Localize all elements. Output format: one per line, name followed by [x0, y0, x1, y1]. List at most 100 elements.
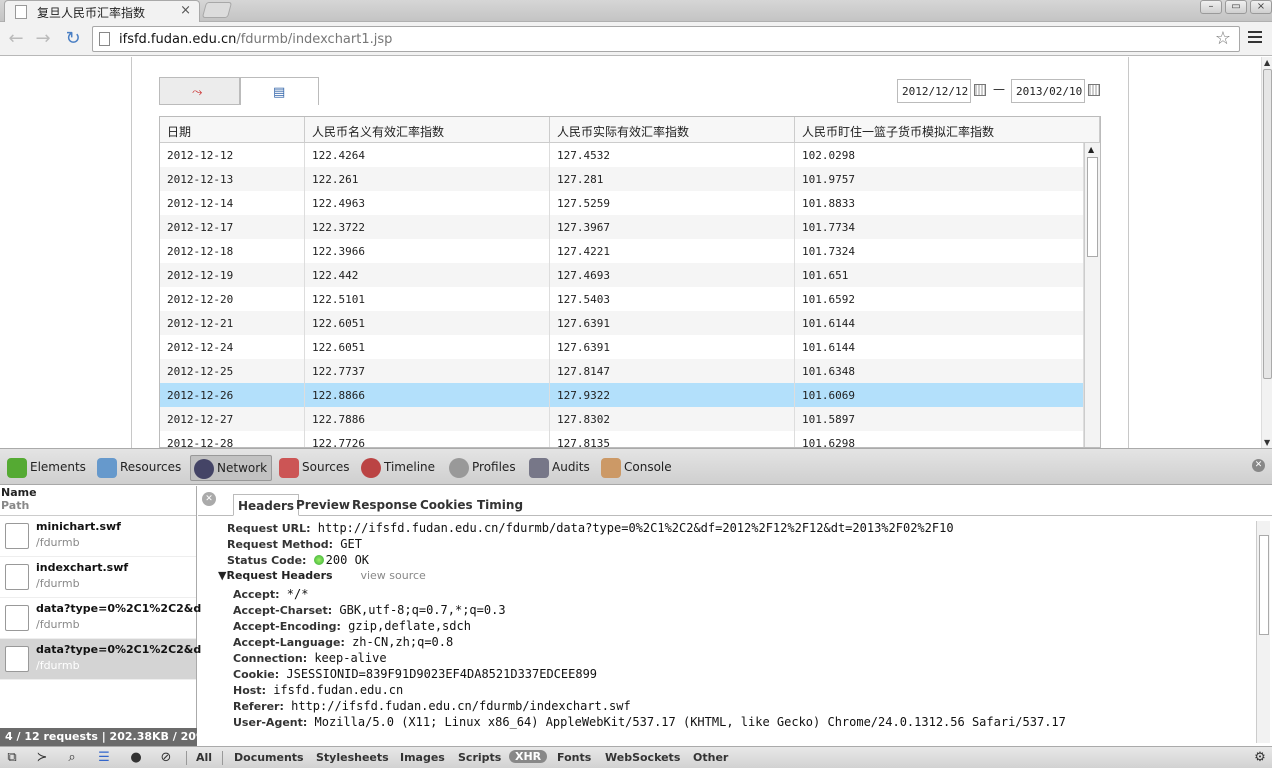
tab-response[interactable]: Response — [348, 494, 421, 516]
grid-scrollbar[interactable]: ▲ — [1084, 143, 1100, 447]
header-key: Cookie: — [233, 668, 280, 681]
header-key: Accept-Charset: — [233, 604, 333, 617]
scroll-down-arrow-icon[interactable]: ▼ — [1264, 438, 1270, 447]
request-item[interactable]: data?type=0%2C1%2C2&d /fdurmb — [0, 598, 201, 639]
back-button[interactable]: ← — [5, 28, 27, 50]
panel-elements[interactable]: Elements — [4, 455, 90, 481]
request-list-header[interactable]: Name Path — [0, 486, 196, 516]
grid-scroll-thumb[interactable] — [1087, 157, 1098, 257]
table-cell: 127.3967 — [550, 215, 795, 239]
filter-images[interactable]: Images — [400, 751, 445, 764]
table-row[interactable]: 2012-12-12 122.4264 127.4532 102.0298 — [160, 143, 1084, 167]
filter-other[interactable]: Other — [693, 751, 728, 764]
reload-button[interactable]: ↻ — [62, 28, 84, 50]
view-source-link[interactable]: view source — [360, 569, 425, 582]
panel-timeline[interactable]: Timeline — [358, 455, 439, 481]
calendar-icon[interactable] — [974, 84, 986, 96]
timeline-icon — [361, 458, 381, 478]
panel-resources[interactable]: Resources — [94, 455, 185, 481]
filter-documents[interactable]: Documents — [234, 751, 304, 764]
panel-profiles[interactable]: Profiles — [446, 455, 520, 481]
detail-scroll-thumb[interactable] — [1259, 535, 1269, 635]
table-cell: 2012-12-17 — [160, 215, 305, 239]
table-view-tab[interactable]: ▤ — [240, 77, 319, 105]
tab-headers[interactable]: Headers — [233, 494, 300, 516]
column-header-basket[interactable]: 人民币盯住一篮子货币模拟汇率指数 — [795, 117, 1100, 143]
date-to-input[interactable]: 2013/02/10 — [1011, 79, 1085, 103]
url-host: ifsfd.fudan.edu.cn — [119, 32, 237, 47]
panel-console[interactable]: Console — [598, 455, 676, 481]
request-item-selected[interactable]: data?type=0%2C1%2C2&d /fdurmb — [0, 639, 201, 680]
list-view-icon[interactable]: ☰ — [96, 750, 112, 766]
calendar-icon[interactable] — [1088, 84, 1100, 96]
request-header-line: Cookie: JSESSIONID=839F91D9023EF4DA8521D… — [233, 667, 597, 683]
scroll-up-arrow-icon[interactable]: ▲ — [1088, 145, 1094, 154]
dock-icon[interactable]: ⧉ — [4, 750, 20, 766]
filter-websockets[interactable]: WebSockets — [605, 751, 680, 764]
filter-fonts[interactable]: Fonts — [557, 751, 591, 764]
page-scroll-thumb[interactable] — [1263, 69, 1272, 379]
close-detail-icon[interactable]: ✕ — [202, 492, 216, 506]
page-scrollbar[interactable]: ▲ ▼ — [1261, 57, 1272, 448]
table-row[interactable]: 2012-12-28 122.7726 127.8135 101.6298 — [160, 431, 1084, 447]
table-cell: 2012-12-18 — [160, 239, 305, 263]
table-row[interactable]: 2012-12-24 122.6051 127.6391 101.6144 — [160, 335, 1084, 359]
new-tab-button[interactable] — [201, 2, 233, 18]
minimize-window-button[interactable]: – — [1200, 0, 1222, 14]
filter-all[interactable]: All — [196, 751, 212, 764]
table-row[interactable]: 2012-12-20 122.5101 127.5403 101.6592 — [160, 287, 1084, 311]
tab-timing[interactable]: Timing — [473, 494, 527, 516]
panel-network[interactable]: Network — [190, 455, 273, 481]
address-bar[interactable]: ifsfd.fudan.edu.cn/fdurmb/indexchart1.js… — [92, 26, 1240, 52]
clear-icon[interactable]: ⊘ — [158, 750, 174, 766]
scroll-up-arrow-icon[interactable]: ▲ — [1264, 58, 1270, 67]
table-row[interactable]: 2012-12-27 122.7886 127.8302 101.5897 — [160, 407, 1084, 431]
filter-scripts[interactable]: Scripts — [458, 751, 501, 764]
filter-xhr[interactable]: XHR — [509, 750, 548, 763]
close-window-button[interactable]: × — [1250, 0, 1272, 14]
table-cell: 101.7324 — [795, 239, 1084, 263]
table-row[interactable]: 2012-12-25 122.7737 127.8147 101.6348 — [160, 359, 1084, 383]
bookmark-star-icon[interactable]: ☆ — [1215, 28, 1231, 49]
table-cell: 101.7734 — [795, 215, 1084, 239]
panel-sources[interactable]: Sources — [276, 455, 353, 481]
request-item[interactable]: minichart.swf /fdurmb — [0, 516, 196, 557]
table-row[interactable]: 2012-12-21 122.6051 127.6391 101.6144 — [160, 311, 1084, 335]
request-method-line: Request Method: GET — [227, 537, 362, 553]
file-icon — [5, 646, 29, 672]
detail-scrollbar[interactable] — [1256, 521, 1270, 743]
network-status-bar: 4 / 12 requests | 202.38KB / 209 — [0, 728, 197, 746]
panel-label: Audits — [552, 460, 590, 474]
table-row[interactable]: 2012-12-19 122.442 127.4693 101.651 — [160, 263, 1084, 287]
column-header-neer[interactable]: 人民币名义有效汇率指数 — [305, 117, 550, 143]
filter-stylesheets[interactable]: Stylesheets — [316, 751, 389, 764]
panel-audits[interactable]: Audits — [526, 455, 594, 481]
settings-gear-icon[interactable]: ⚙ — [1252, 750, 1268, 766]
chart-view-tab[interactable]: ⤳ — [159, 77, 240, 105]
tab-cookies[interactable]: Cookies — [416, 494, 477, 516]
table-cell: 101.6144 — [795, 311, 1084, 335]
tab-close-icon[interactable]: × — [180, 3, 191, 18]
maximize-window-button[interactable]: ▭ — [1225, 0, 1247, 14]
chrome-menu-icon[interactable] — [1248, 31, 1262, 45]
table-row[interactable]: 2012-12-17 122.3722 127.3967 101.7734 — [160, 215, 1084, 239]
tab-preview[interactable]: Preview — [292, 494, 354, 516]
search-icon[interactable]: ⌕ — [64, 750, 80, 766]
table-row-selected[interactable]: 2012-12-26 122.8866 127.9322 101.6069 — [160, 383, 1084, 407]
close-devtools-icon[interactable]: ✕ — [1252, 459, 1265, 472]
console-drawer-icon[interactable]: ≻ — [34, 750, 50, 766]
table-row[interactable]: 2012-12-13 122.261 127.281 101.9757 — [160, 167, 1084, 191]
table-row[interactable]: 2012-12-14 122.4963 127.5259 101.8833 — [160, 191, 1084, 215]
table-cell: 2012-12-24 — [160, 335, 305, 359]
browser-tab[interactable]: 复旦人民币汇率指数 × — [4, 0, 200, 22]
request-headers-section[interactable]: ▼Request Headers view source — [218, 569, 426, 582]
forward-button[interactable]: → — [32, 28, 54, 50]
table-row[interactable]: 2012-12-18 122.3966 127.4221 101.7324 — [160, 239, 1084, 263]
request-item[interactable]: indexchart.swf /fdurmb — [0, 557, 196, 598]
table-cell: 101.651 — [795, 263, 1084, 287]
column-header-date[interactable]: 日期 — [160, 117, 305, 143]
date-from-input[interactable]: 2012/12/12 — [897, 79, 971, 103]
request-header-line: User-Agent: Mozilla/5.0 (X11; Linux x86_… — [233, 715, 1066, 731]
column-header-reer[interactable]: 人民币实际有效汇率指数 — [550, 117, 795, 143]
record-icon[interactable]: ● — [128, 750, 144, 766]
